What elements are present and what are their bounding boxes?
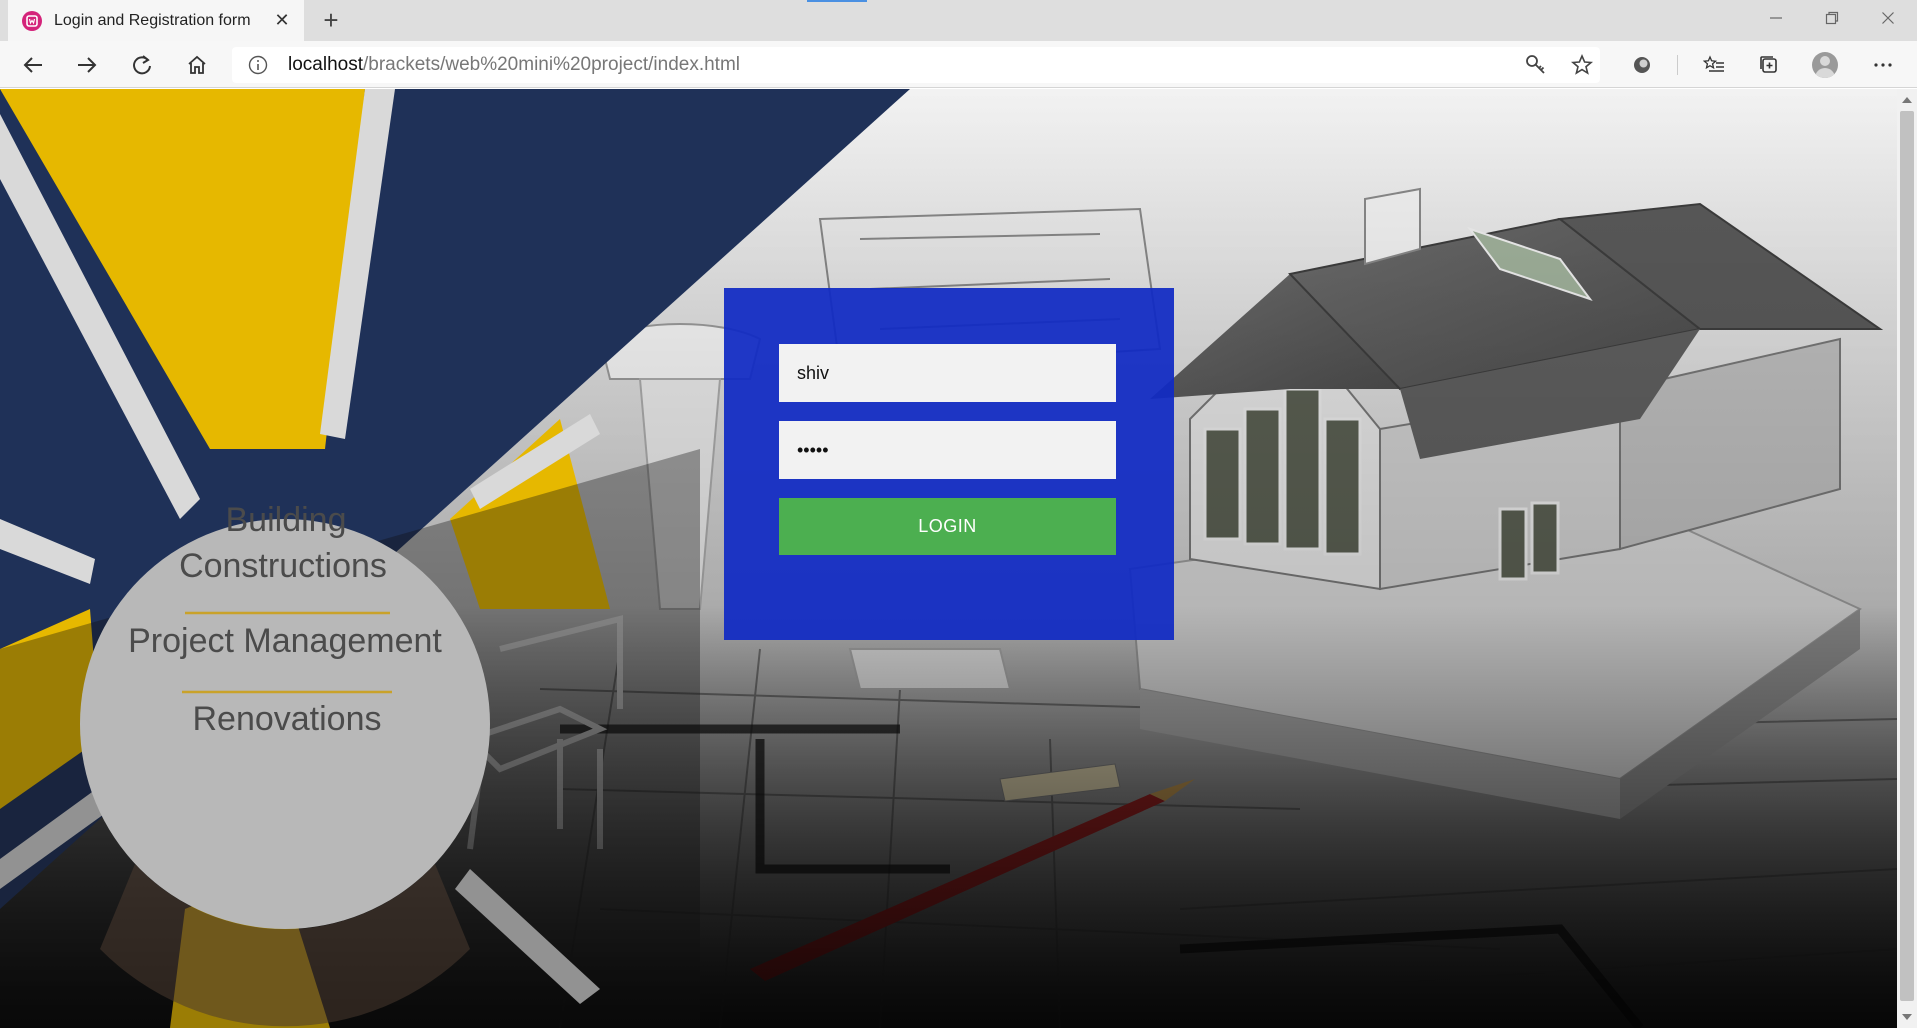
hero-text-renovations: Renovations	[192, 700, 381, 738]
page-viewport: Building Constructions Project Managemen…	[0, 89, 1897, 1028]
scroll-up-arrow-icon[interactable]	[1902, 97, 1912, 103]
login-button[interactable]: LOGIN	[779, 498, 1116, 555]
site-favicon-icon	[22, 10, 42, 31]
hero-text-building: Building	[226, 501, 347, 539]
collections-icon[interactable]	[1752, 48, 1786, 82]
restore-icon[interactable]	[1804, 0, 1860, 36]
home-icon[interactable]	[180, 48, 214, 82]
browser-tab[interactable]: Login and Registration form ✕	[8, 0, 304, 41]
favorites-list-icon[interactable]	[1697, 48, 1731, 82]
scroll-down-arrow-icon[interactable]	[1902, 1014, 1912, 1020]
forward-icon[interactable]	[70, 48, 104, 82]
favorite-star-icon[interactable]	[1570, 53, 1594, 77]
back-icon[interactable]	[16, 48, 50, 82]
more-menu-icon[interactable]	[1866, 48, 1900, 82]
refresh-icon[interactable]	[125, 48, 159, 82]
password-input[interactable]	[779, 421, 1116, 479]
hero-text-project-management: Project Management	[128, 622, 442, 660]
key-icon[interactable]	[1524, 53, 1548, 77]
profile-avatar[interactable]	[1812, 52, 1838, 78]
tab-strip: Login and Registration form ✕ +	[0, 0, 1917, 41]
close-window-icon[interactable]	[1860, 0, 1916, 36]
browser-toolbar: localhost/brackets/web%20mini%20project/…	[0, 41, 1917, 88]
address-bar[interactable]: localhost/brackets/web%20mini%20project/…	[232, 47, 1600, 83]
toolbar-divider	[1677, 55, 1678, 75]
page-scrollbar[interactable]	[1897, 89, 1917, 1028]
new-tab-icon[interactable]: +	[316, 6, 346, 36]
minimize-icon[interactable]	[1748, 0, 1804, 36]
url-text: localhost/brackets/web%20mini%20project/…	[288, 54, 740, 76]
close-tab-icon[interactable]: ✕	[272, 10, 292, 30]
extension-icon[interactable]	[1625, 48, 1659, 82]
site-info-icon[interactable]	[248, 55, 268, 75]
url-host: localhost	[288, 54, 363, 75]
login-form: LOGIN	[724, 288, 1174, 640]
username-input[interactable]	[779, 344, 1116, 402]
tabstrip-accent	[807, 0, 867, 2]
tab-title: Login and Registration form	[54, 11, 251, 29]
scroll-thumb[interactable]	[1900, 111, 1914, 1001]
url-path: /brackets/web%20mini%20project/index.htm…	[363, 54, 741, 75]
hero-text-constructions: Constructions	[179, 547, 387, 585]
